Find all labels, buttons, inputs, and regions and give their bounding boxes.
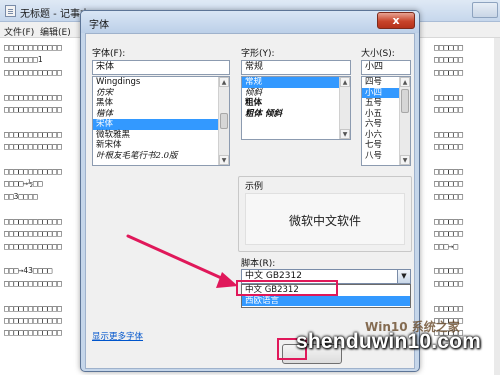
arrow-head — [216, 272, 238, 288]
arrow-shaft — [126, 234, 230, 283]
annotation-highlight-box — [236, 280, 338, 296]
watermark-text: shenduwin10.com — [296, 330, 482, 353]
